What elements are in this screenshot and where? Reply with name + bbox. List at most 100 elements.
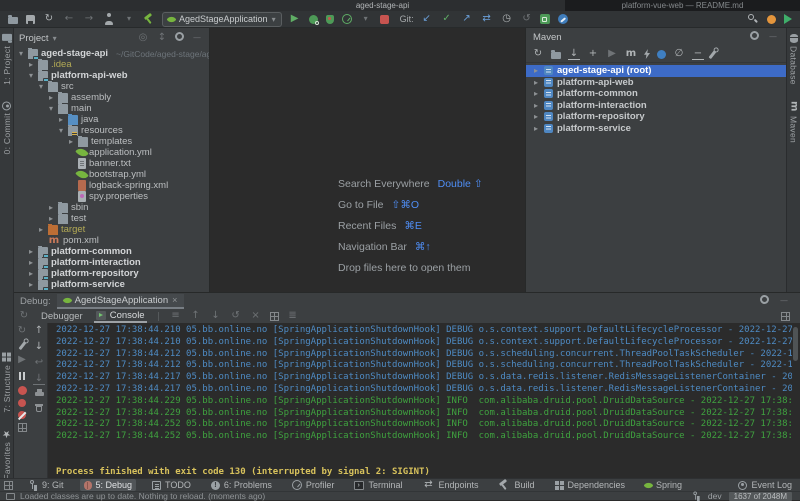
step-up-icon[interactable]: ↑ — [190, 310, 202, 322]
build-project-icon[interactable] — [143, 13, 155, 25]
settings-icon[interactable] — [750, 31, 759, 40]
caret-icon[interactable]: ▾ — [360, 13, 372, 25]
run-configuration-select[interactable]: AgedStageApplication — [162, 12, 282, 27]
forward-icon[interactable]: → — [83, 13, 95, 25]
play-icon[interactable]: ▶ — [289, 13, 301, 25]
soft-wrap-icon[interactable]: ↩ — [33, 357, 45, 369]
background-window-title[interactable]: platform-vue-web — README.md — [565, 0, 800, 11]
step-down-icon[interactable]: ↓ — [210, 310, 222, 322]
project-tree-row[interactable]: ▸assembly — [13, 92, 209, 103]
event-log-button[interactable]: Event Log — [738, 480, 792, 490]
menu-icon[interactable]: ≡ — [170, 310, 182, 322]
maven-module-row[interactable]: ▸platform-common — [526, 88, 786, 100]
add-icon[interactable]: + — [587, 48, 599, 60]
restore-layout-icon[interactable] — [18, 423, 27, 432]
tree-chevron-icon[interactable]: ▸ — [47, 213, 55, 224]
plugin-blue-icon[interactable] — [558, 14, 568, 24]
project-tree-row[interactable]: ▸java — [13, 114, 209, 125]
tree-chevron-icon[interactable]: ▸ — [27, 246, 35, 257]
project-tree-row[interactable]: ▸target — [13, 224, 209, 235]
history-icon[interactable]: ◷ — [501, 13, 513, 25]
tree-chevron-icon[interactable]: ▸ — [532, 65, 540, 76]
maven-module-row[interactable]: ▸platform-interaction — [526, 100, 786, 112]
tree-chevron-icon[interactable]: ▸ — [532, 88, 540, 99]
collapse-all-icon[interactable]: − — [692, 48, 704, 60]
maven-settings-icon[interactable]: m — [625, 48, 637, 60]
toolwindow-button-build[interactable]: Build — [494, 479, 538, 491]
editor-area[interactable]: Search EverywhereDouble ⇧Go to File⇧⌘ORe… — [210, 28, 525, 292]
project-tree-row[interactable]: application.yml — [13, 147, 209, 158]
rerun-icon[interactable]: ↻ — [16, 325, 28, 337]
search-icon[interactable] — [747, 13, 759, 25]
project-tree-row[interactable]: ▸.idea — [13, 59, 209, 70]
toolwindow-button-profiler[interactable]: Profiler — [288, 479, 339, 491]
tree-chevron-icon[interactable]: ▾ — [27, 70, 35, 81]
project-tree-row[interactable]: logback-spring.xml — [13, 180, 209, 191]
stop-icon[interactable] — [380, 15, 389, 24]
console-scrollbar[interactable] — [793, 327, 798, 361]
user-icon[interactable] — [103, 13, 115, 25]
rollback-icon[interactable]: ↺ — [521, 13, 533, 25]
push-icon[interactable]: ↗ — [461, 13, 473, 25]
toolwindow-button----debug[interactable]: 5: Debug — [80, 479, 137, 491]
project-tree-row[interactable]: ▸sbin — [13, 202, 209, 213]
tree-chevron-icon[interactable]: ▾ — [47, 103, 55, 114]
sync-icon[interactable]: ↻ — [43, 13, 55, 25]
settings-icon[interactable] — [760, 295, 769, 304]
mute-breakpoints-icon[interactable] — [18, 411, 26, 419]
project-tree-row[interactable]: ▸test — [13, 213, 209, 224]
toolwindow-button-dependencies[interactable]: Dependencies — [551, 479, 630, 491]
project-tree-row[interactable]: ▾aged-stage-api~/GitCode/aged-stage/aged… — [13, 48, 209, 59]
tool-window-switcher-icon[interactable] — [4, 481, 13, 490]
profiler-run-icon[interactable] — [342, 14, 352, 24]
tree-chevron-icon[interactable]: ▸ — [532, 111, 540, 122]
settings-icon[interactable] — [175, 32, 184, 41]
project-tree-row[interactable]: ▸platform-repository — [13, 268, 209, 279]
project-tree-row[interactable]: spy.properties — [13, 191, 209, 202]
open-project-icon[interactable] — [8, 17, 18, 24]
tab-console[interactable]: Console — [94, 309, 147, 323]
notifications-icon[interactable] — [767, 15, 776, 24]
download-sources-icon[interactable]: ↓ — [568, 48, 580, 60]
save-all-icon[interactable] — [26, 15, 35, 24]
skip-tests-icon[interactable]: ∅ — [673, 48, 685, 60]
hide-icon[interactable]: — — [191, 32, 203, 44]
generate-sources-icon[interactable] — [551, 52, 561, 59]
compare-icon[interactable]: ⇄ — [481, 13, 493, 25]
tree-chevron-icon[interactable]: ▾ — [37, 81, 45, 92]
tab-debugger[interactable]: Debugger — [39, 309, 85, 323]
tree-chevron-icon[interactable]: ▸ — [57, 114, 65, 125]
close-icon[interactable]: × — [250, 310, 262, 322]
toolwindow-button-terminal[interactable]: Terminal — [350, 479, 406, 491]
plugin-green-icon[interactable] — [540, 14, 550, 24]
wrench-icon[interactable] — [708, 50, 716, 59]
toolwindow-button----project[interactable]: 1: Project — [2, 34, 12, 85]
pause-icon[interactable] — [16, 370, 28, 382]
hide-icon[interactable]: — — [767, 31, 779, 43]
toolwindow-button-todo[interactable]: TODO — [148, 479, 195, 491]
toolwindow-button----structure[interactable]: 7: Structure — [2, 353, 12, 413]
tree-chevron-icon[interactable]: ▸ — [27, 257, 35, 268]
print-icon[interactable] — [35, 389, 44, 399]
chevron-down-icon[interactable] — [53, 33, 57, 44]
tree-chevron-icon[interactable]: ▸ — [532, 100, 540, 111]
console-output[interactable]: 2022-12-27 17:38:44.210 05.bb.online.no … — [48, 323, 792, 479]
scroll-down-icon[interactable]: ↓ — [33, 341, 45, 353]
stop-process-icon[interactable] — [18, 386, 27, 395]
project-tree-row[interactable]: ▾src — [13, 81, 209, 92]
project-tree-row[interactable]: ▸templates — [13, 136, 209, 147]
wrench-icon[interactable] — [18, 341, 26, 350]
memory-indicator[interactable]: 1637 of 2048M — [729, 492, 792, 501]
tree-chevron-icon[interactable]: ▸ — [67, 136, 75, 147]
toolwindow-button-maven[interactable]: mMaven — [788, 101, 800, 143]
project-tree-row[interactable]: ▸platform-interaction — [13, 257, 209, 268]
toolwindow-button----commit[interactable]: 0: Commit — [2, 101, 12, 154]
expand-collapse-icon[interactable]: ↕ — [156, 32, 168, 44]
tree-chevron-icon[interactable]: ▸ — [27, 279, 35, 290]
ide-run-icon[interactable] — [784, 14, 792, 24]
tree-chevron-icon[interactable]: ▸ — [37, 224, 45, 235]
tree-chevron-icon[interactable]: ▸ — [27, 268, 35, 279]
layout-grid-icon[interactable] — [781, 312, 790, 321]
maven-module-row[interactable]: ▸platform-api-web — [526, 77, 786, 89]
maven-module-row[interactable]: ▸platform-service — [526, 123, 786, 135]
